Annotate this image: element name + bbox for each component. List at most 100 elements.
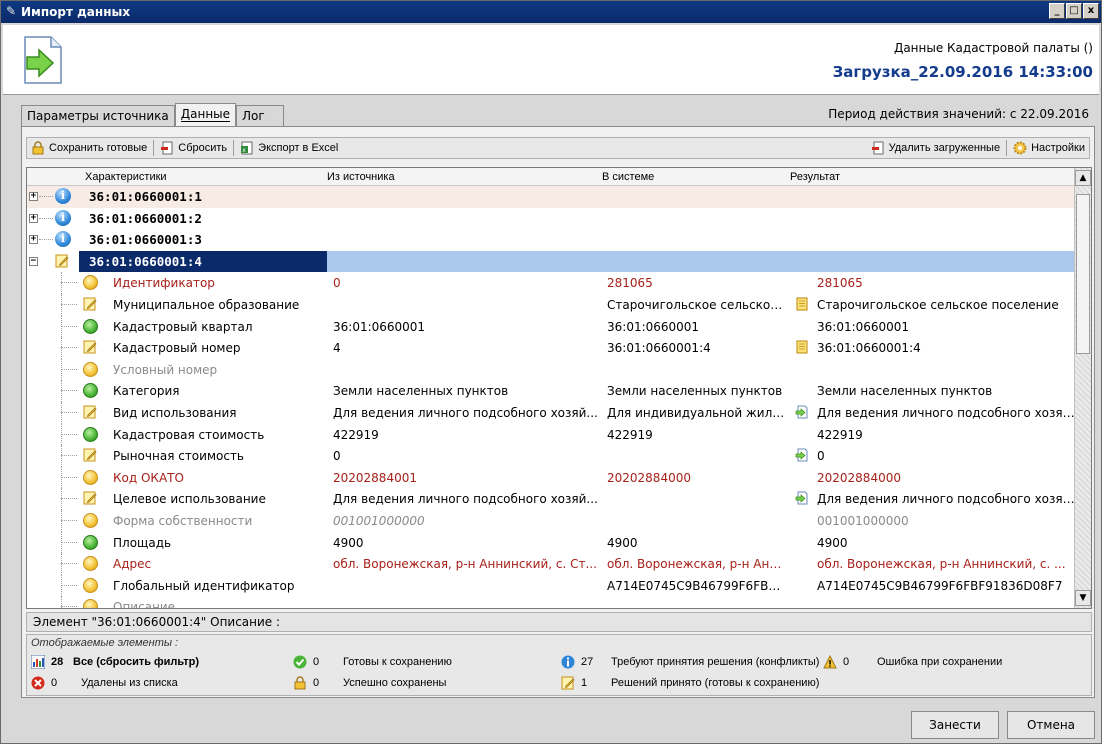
tab-log[interactable]: Лог [236,105,285,127]
source-value: обл. Воронежская, р-н Аннинский, с. Ст..… [333,557,597,572]
pencil-icon [83,448,97,462]
vertical-scrollbar[interactable]: ▲ ▼ [1074,168,1091,608]
legend-panel: Отображаемые элементы : 28 Все (сбросить… [26,634,1092,696]
tree-connector [61,303,77,305]
attribute-row[interactable]: Условный номер [27,358,1075,381]
header-panel: Данные Кадастровой палаты () Загрузка_22… [3,25,1099,95]
reset-icon [161,141,173,155]
save-ready-button[interactable]: Сохранить готовые [27,138,151,158]
pencil-icon [83,491,97,505]
system-value: 36:01:0660001:4 [607,341,711,356]
reset-button[interactable]: Сбросить [156,138,231,158]
result-value: Земли населенных пунктов [817,384,993,399]
source-value: Земли населенных пунктов [333,384,509,399]
attribute-row[interactable]: Рыночная стоимость 0 0 [27,445,1075,467]
delete-loaded-button[interactable]: Удалить загруженные [867,138,1005,158]
expand-toggle[interactable]: + [29,213,38,223]
expand-toggle[interactable]: + [29,192,38,201]
close-button[interactable]: x [1083,3,1099,19]
column-header-characteristics[interactable]: Характеристики [85,171,167,183]
legend-decided[interactable]: 1 Решений принято (готовы к сохранению) [561,676,821,690]
attribute-row[interactable]: Кадастровый номер 4 36:01:0660001:4 36:01:0… [27,337,1075,359]
maximize-button[interactable]: □ [1066,3,1082,19]
window-controls: _ □ x [1049,3,1099,19]
system-value: Земли населенных пунктов [607,384,783,399]
title-bar[interactable]: ✎ Импорт данных _ □ x [1,1,1101,23]
window-title: Импорт данных [21,5,131,19]
scroll-down-arrow[interactable]: ▼ [1075,590,1091,606]
error-icon [31,676,45,690]
system-value: 281065 [607,276,653,291]
grid-rows: + i 36:01:0660001:1 + i 36:01:0660001:2 + i 36:0… [27,186,1075,609]
attribute-row[interactable]: Целевое использование Для ведения личного… [27,488,1075,510]
legend-save-error[interactable]: 0 Ошибка при сохранении [823,655,1002,669]
legend-ready[interactable]: 0 Готовы к сохранению [293,655,452,669]
legend-all[interactable]: 28 Все (сбросить фильтр) [31,655,199,669]
source-value: 4900 [333,535,364,550]
attribute-row[interactable]: Площадь 4900 4900 4900 [27,531,1075,554]
attribute-row[interactable]: Кадастровый квартал 36:01:0660001 36:01:06… [27,315,1075,338]
attribute-name: Описание [113,600,176,609]
note-icon[interactable] [795,297,809,311]
attribute-row[interactable]: Кадастровая стоимость 422919 422919 422919 [27,423,1075,446]
attribute-name: Адрес [113,557,152,572]
attribute-row[interactable]: Адрес обл. Воронежская, р-н Аннинский, с.… [27,553,1075,575]
pencil-icon [83,405,97,419]
system-value: 36:01:0660001 [607,319,700,334]
legend-saved[interactable]: 0 Успешно сохранены [293,676,446,690]
info-icon: i [55,188,71,204]
import-icon[interactable] [795,405,809,419]
import-icon[interactable] [795,448,809,462]
result-value: 0 [817,449,825,464]
legend-conflicts[interactable]: 27 Требуют принятия решения (конфликты) [561,655,821,669]
scroll-up-arrow[interactable]: ▲ [1075,170,1091,186]
minimize-button[interactable]: _ [1049,3,1065,19]
cancel-button[interactable]: Отмена [1007,711,1095,739]
attribute-row[interactable]: Форма собственности 001001000000 001001000… [27,509,1075,532]
toolbar-separator [1006,140,1008,156]
info-icon: i [55,209,71,226]
attribute-row[interactable]: Глобальный идентификатор A714E0745C9B4679… [27,574,1075,597]
group-row[interactable]: − 36:01:0660001:4 [27,250,1075,273]
tree-connector [61,368,77,370]
status-green-icon [83,383,98,399]
column-header-result[interactable]: Результат [790,171,840,183]
column-header-system[interactable]: В системе [602,171,654,183]
tab-strip: Параметры источника Данные Лог [21,103,285,129]
attribute-row[interactable]: Описание [27,596,1075,609]
tree-connector [61,325,77,327]
system-value: 4900 [607,535,638,550]
attribute-row[interactable]: Вид использования Для ведения личного под… [27,401,1075,424]
tree-connector [39,239,53,241]
legend-removed[interactable]: 0 Удалены из списка [31,676,178,690]
scroll-thumb[interactable] [1076,194,1090,354]
group-row[interactable]: + i 36:01:0660001:1 [27,186,1075,208]
tree-connector [61,433,77,435]
svg-text:x: x [242,147,246,154]
info-icon [561,655,575,669]
attribute-name: Кадастровый квартал [113,319,253,334]
tree-connector [39,217,53,219]
attribute-row[interactable]: Код ОКАТО 20202884001 20202884000 202028840… [27,466,1075,489]
import-icon[interactable] [795,491,809,505]
attribute-row[interactable]: Идентификатор 0 281065 281065 [27,272,1075,294]
attribute-row[interactable]: Муниципальное образование Старочигольское… [27,293,1075,316]
attribute-row[interactable]: Категория Земли населенных пунктов Земли н… [27,380,1075,402]
group-row[interactable]: + i 36:01:0660001:2 [27,208,1075,230]
system-value: 422919 [607,427,653,442]
pencil-icon [83,297,97,311]
import-window: ✎ Импорт данных _ □ x Данные Кадастровой… [0,0,1102,744]
expand-toggle[interactable]: + [29,235,38,245]
settings-button[interactable]: Настройки [1009,138,1089,158]
export-excel-button[interactable]: x Экспорт в Excel [236,138,342,158]
tab-source-params[interactable]: Параметры источника [21,105,175,127]
column-header-source[interactable]: Из источника [327,171,395,183]
lock-icon [294,676,306,690]
apply-button[interactable]: Занести [911,711,999,739]
toolbar: Сохранить готовые Сбросить x Экспорт в E… [26,137,1090,159]
source-value: 0 [333,276,341,291]
collapse-toggle[interactable]: − [29,256,38,266]
group-row[interactable]: + i 36:01:0660001:3 [27,229,1075,251]
note-icon[interactable] [795,340,809,354]
pencil-icon [561,676,575,690]
